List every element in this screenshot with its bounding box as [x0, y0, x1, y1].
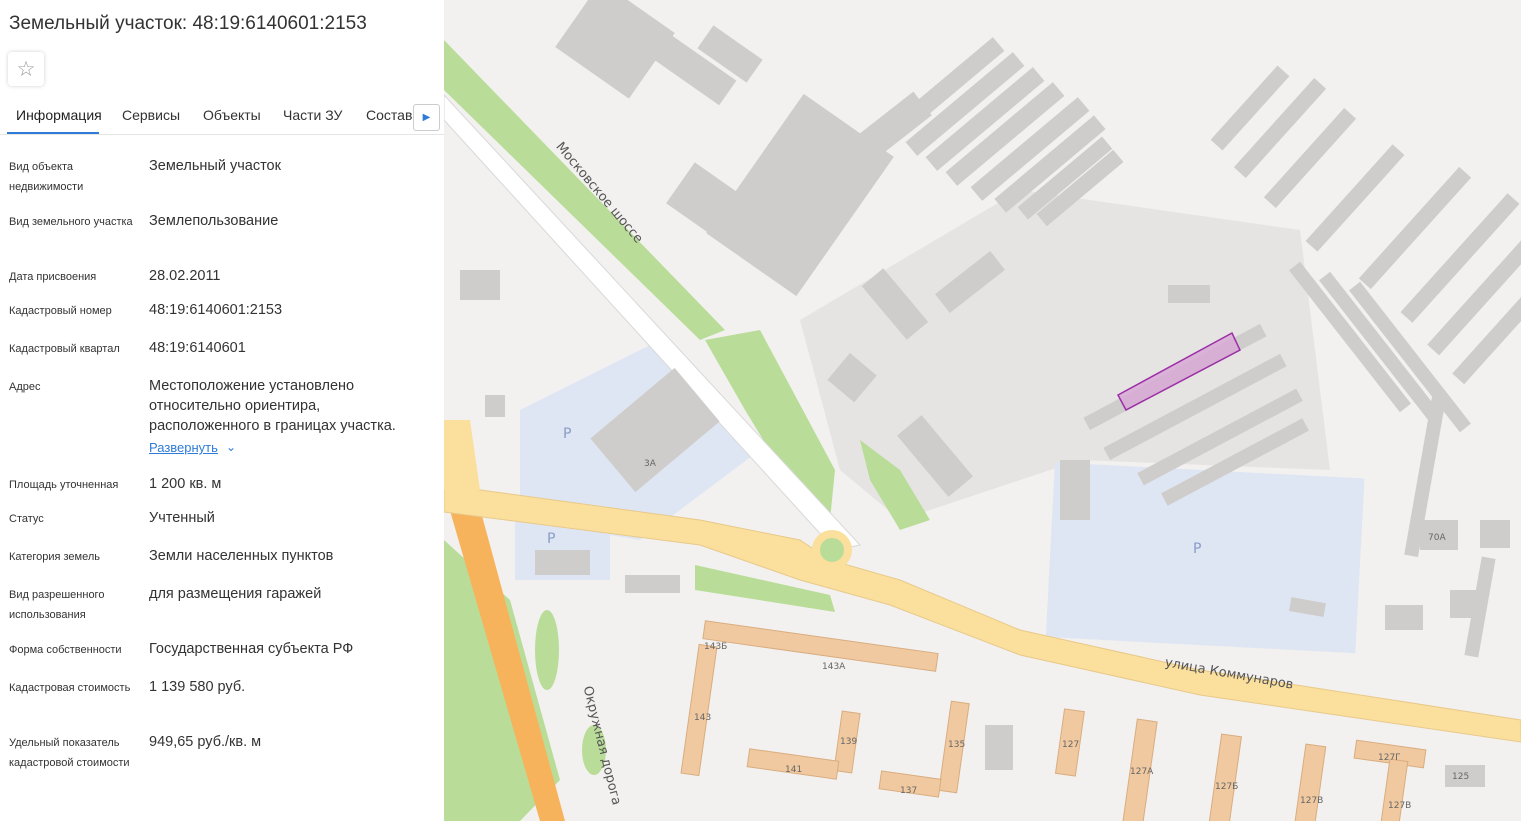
building [1168, 285, 1210, 303]
tab-parts[interactable]: Части ЗУ [283, 107, 342, 123]
park-area [535, 610, 559, 690]
cadastral-quarter-value: 48:19:6140601 [149, 340, 246, 356]
parking-label: P [563, 426, 571, 442]
assign-date-value: 28.02.2011 [149, 268, 221, 284]
tabs-scroll-right-button[interactable]: ▶ [413, 104, 440, 131]
house-number: 127 [1062, 740, 1079, 750]
cadastral-value-label: Кадастровая стоимость [9, 682, 131, 694]
house-number: 127Г [1378, 753, 1401, 763]
assign-date-label: Дата присвоения [9, 271, 97, 283]
cadastral-number-value: 48:19:6140601:2153 [149, 302, 283, 318]
land-type-label: Вид земельного участка [9, 216, 133, 228]
house-number: 3А [644, 459, 657, 469]
house-number: 139 [840, 737, 857, 747]
tab-objects[interactable]: Объекты [203, 107, 261, 123]
building [985, 725, 1013, 770]
status-label: Статус [9, 513, 44, 525]
address-label: Адрес [9, 381, 41, 393]
building [625, 575, 680, 593]
object-type-label: Вид объекта недвижимости [9, 161, 84, 193]
permitted-use-label: Вид разрешенного использования [9, 589, 105, 621]
building [485, 395, 505, 417]
page-title: Земельный участок: 48:19:6140601:2153 [9, 13, 367, 34]
specific-value-label: Удельный показатель кадастровой стоимост… [9, 737, 130, 769]
house-number: 125 [1452, 772, 1469, 782]
cadastral-value-value: 1 139 580 руб. [149, 679, 246, 695]
house-number: 143Б [704, 642, 727, 652]
house-number: 141 [785, 765, 802, 775]
specific-value-value: 949,65 руб./кв. м [149, 734, 262, 750]
tab-services[interactable]: Сервисы [122, 107, 180, 123]
area-value: 1 200 кв. м [149, 476, 222, 492]
tab-composition[interactable]: Состав [366, 107, 412, 123]
chevron-down-icon[interactable]: ⌄ [226, 440, 236, 454]
land-type-value: Землепользование [149, 213, 279, 229]
cadastral-number-label: Кадастровый номер [9, 305, 112, 317]
cadastral-quarter-label: Кадастровый квартал [9, 343, 120, 355]
land-category-value: Земли населенных пунктов [149, 548, 334, 564]
house-number: 127Б [1215, 782, 1238, 792]
tab-bar: Информация Сервисы Объекты Части ЗУ Сост… [0, 100, 444, 135]
address-value: Местоположение установлено относительно … [149, 378, 396, 434]
map-view[interactable]: Московское шоссе улица Коммунаров Окружн… [444, 0, 1521, 821]
caret-right-icon: ▶ [422, 112, 431, 123]
expand-address-link[interactable]: Развернуть [149, 440, 218, 455]
star-icon: ☆ [16, 57, 36, 81]
object-type-value: Земельный участок [149, 158, 281, 174]
land-category-label: Категория земель [9, 551, 100, 563]
active-tab-indicator [7, 132, 99, 134]
building [535, 550, 590, 575]
parking-area [1045, 462, 1365, 654]
house-number: 127В [1388, 801, 1411, 811]
house-number: 143А [822, 662, 846, 672]
status-value: Учтенный [149, 510, 215, 526]
house-number: 127В [1300, 796, 1323, 806]
ownership-label: Форма собственности [9, 644, 122, 656]
parking-label: P [1193, 541, 1201, 557]
ownership-value: Государственная субъекта РФ [149, 641, 354, 657]
tab-information[interactable]: Информация [16, 107, 102, 123]
house-number: 137 [900, 786, 917, 796]
building [555, 0, 675, 99]
house-number: 70А [1428, 533, 1446, 543]
house-number: 127А [1130, 767, 1154, 777]
roundabout [812, 530, 852, 570]
house-number: 135 [948, 740, 965, 750]
permitted-use-value: для размещения гаражей [149, 586, 322, 602]
road-yellow [444, 420, 480, 490]
parking-label: P [547, 531, 555, 547]
house-number: 143 [694, 713, 711, 723]
info-panel: Земельный участок: 48:19:6140601:2153 ☆ … [0, 0, 444, 821]
area-label: Площадь уточненная [9, 479, 119, 491]
building [460, 270, 500, 300]
favorite-button[interactable]: ☆ [8, 52, 44, 86]
